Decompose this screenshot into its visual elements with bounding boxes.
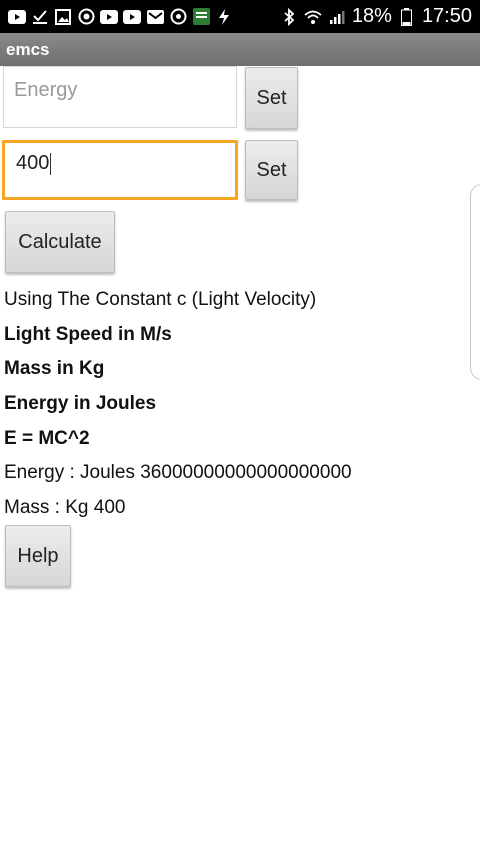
status-bar: 18% 17:50 [0, 0, 480, 33]
light-speed-label: Light Speed in M/s [4, 324, 172, 345]
whatsapp-icon [77, 8, 95, 26]
mass-value: 400 [16, 152, 50, 174]
energy-placeholder: Energy [14, 79, 78, 101]
energy-result: Energy : Joules 36000000000000000000 [4, 462, 352, 483]
constant-label: Using The Constant c (Light Velocity) [4, 289, 317, 310]
bluetooth-icon [280, 7, 298, 26]
youtube-icon [123, 8, 141, 26]
formula-label: E = MC^2 [4, 428, 90, 449]
clock: 17:50 [421, 5, 472, 27]
image-icon [54, 8, 72, 26]
calculate-button[interactable]: Calculate [5, 211, 115, 273]
notification-icons [8, 8, 233, 26]
energy-unit-label: Energy in Joules [4, 393, 157, 414]
sync-icon [169, 8, 187, 26]
signal-icon [328, 8, 346, 26]
mass-input[interactable]: 400 [2, 140, 238, 200]
app-title-bar: emcs [0, 33, 480, 66]
help-button[interactable]: Help [5, 525, 71, 587]
flash-icon [215, 8, 233, 26]
set-mass-button[interactable]: Set [245, 140, 298, 200]
text-caret [50, 152, 52, 175]
energy-input[interactable]: Energy [3, 66, 237, 128]
status-right: 18% 17:50 [280, 5, 472, 28]
battery-icon [398, 7, 416, 26]
mass-result: Mass : Kg 400 [4, 497, 126, 518]
gmail-icon [146, 8, 164, 26]
mass-unit-label: Mass in Kg [4, 358, 105, 379]
youtube-icon [8, 8, 26, 26]
app-title: emcs [6, 39, 50, 59]
battery-percentage: 18% [351, 5, 392, 27]
wifi-icon [304, 8, 322, 26]
edge-panel-handle[interactable] [470, 184, 480, 380]
app-icon [192, 8, 210, 26]
download-done-icon [31, 8, 49, 26]
set-energy-button[interactable]: Set [245, 67, 298, 129]
youtube-icon [100, 8, 118, 26]
